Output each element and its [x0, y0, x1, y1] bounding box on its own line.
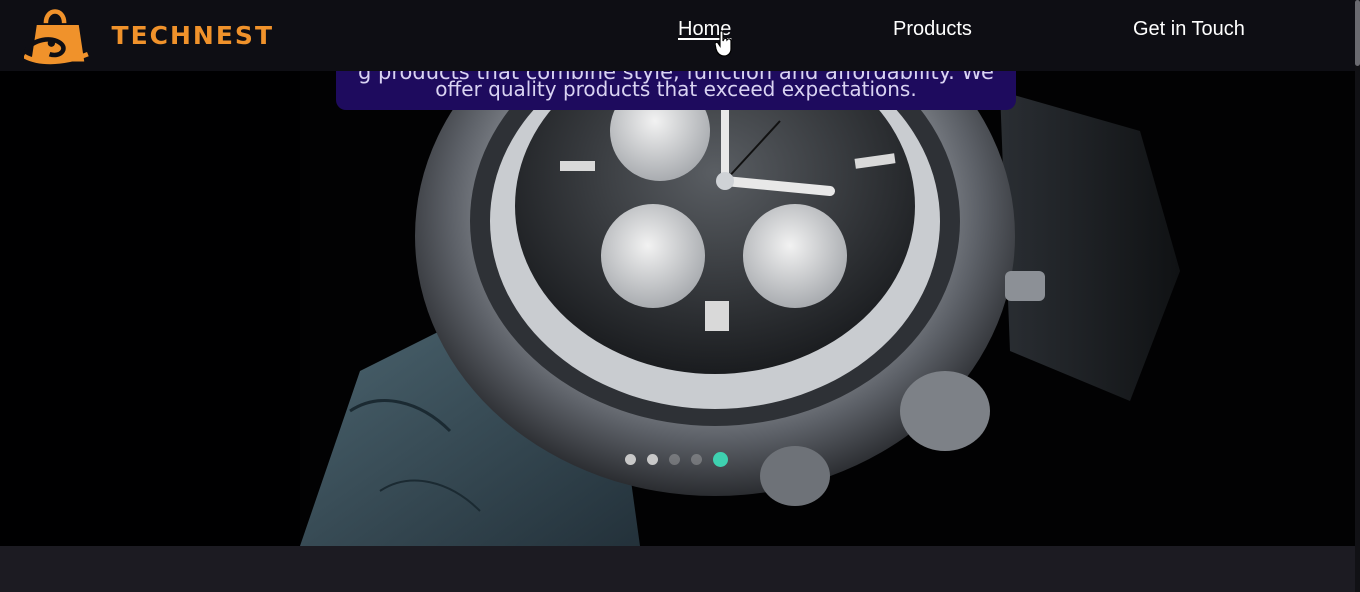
shopping-bag-logo-icon — [24, 9, 89, 65]
top-navbar: TECHNEST Home Products Get in Touch — [0, 0, 1355, 71]
hand-pointer-cursor-icon — [715, 30, 732, 57]
carousel-dot-1[interactable] — [625, 453, 636, 465]
scrollbar-thumb[interactable] — [1355, 0, 1360, 66]
nav-link-get-in-touch[interactable]: Get in Touch — [1133, 17, 1245, 41]
page-scrollbar[interactable] — [1355, 0, 1360, 592]
brand-logo[interactable]: TECHNEST — [24, 0, 274, 70]
carousel-dot-2[interactable] — [647, 453, 658, 465]
page-content-area — [0, 546, 1355, 592]
nav-link-products[interactable]: Products — [893, 17, 972, 41]
hero-caption-band: g products that combine style, function … — [336, 71, 1016, 110]
hero-caption: offer quality products that exceed expec… — [435, 77, 917, 101]
carousel-dot-5-active[interactable] — [713, 451, 728, 467]
hero-carousel[interactable]: g products that combine style, function … — [0, 71, 1355, 546]
wristwatch-hero-image — [0, 71, 1355, 546]
carousel-dot-3[interactable] — [669, 453, 680, 465]
brand-name: TECHNEST — [111, 20, 274, 50]
carousel-dot-4[interactable] — [691, 453, 702, 465]
carousel-indicators — [625, 451, 728, 467]
